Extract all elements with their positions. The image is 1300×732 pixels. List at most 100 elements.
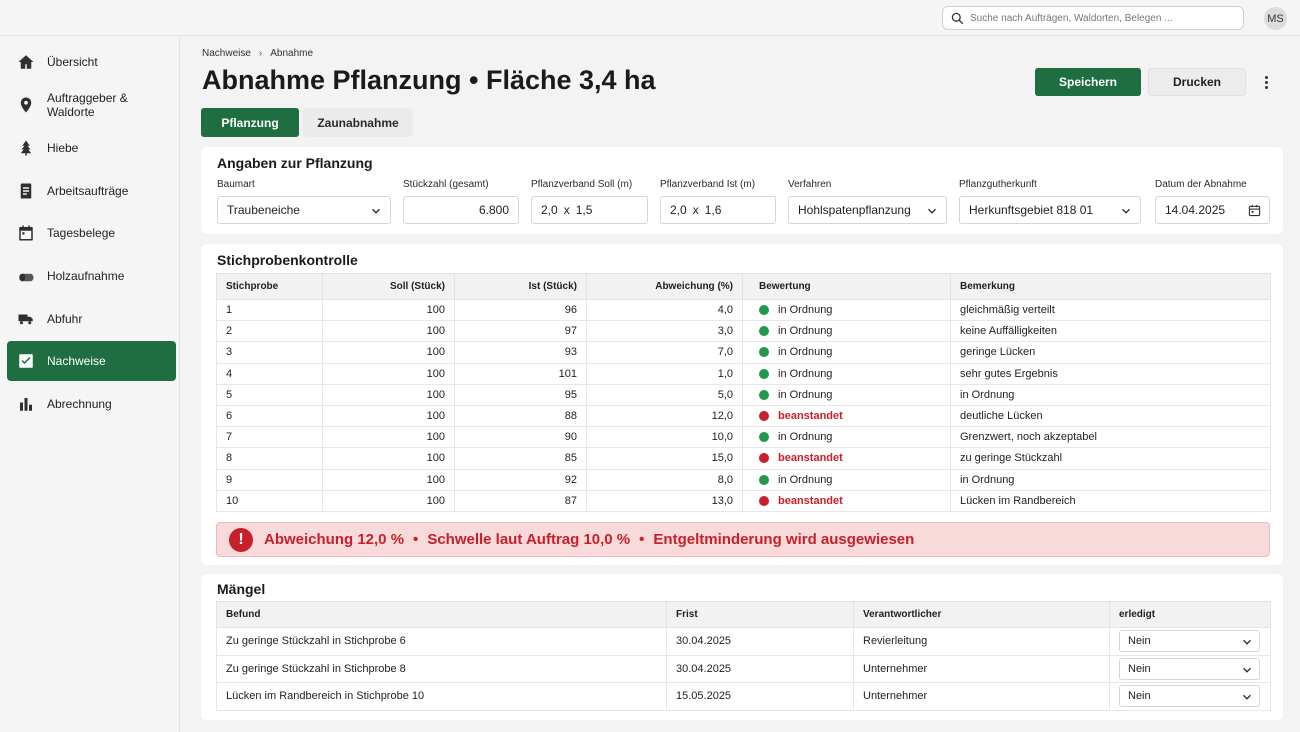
status-badge: in Ordnung (759, 431, 941, 443)
chevron-down-icon (1243, 667, 1251, 673)
table-row: 3 100 93 7,0 in Ordnung geringe Lücken (216, 341, 1271, 364)
status-badge: in Ordnung (759, 474, 941, 486)
tab-pflanzung[interactable]: Pflanzung (201, 108, 299, 137)
breadcrumb-current: Abnahme (270, 48, 314, 59)
sidebar-item-holzaufnahme[interactable]: Holzaufnahme (7, 256, 176, 296)
sample-table: Stichprobe Soll (Stück) Ist (Stück) Abwe… (216, 273, 1271, 512)
sidebar-item-auftraggeber[interactable]: Auftraggeber & Waldorte (7, 85, 176, 125)
col-header: Abweichung (%) (586, 273, 743, 300)
defect-responsible: Unternehmer (853, 682, 1110, 711)
search-input[interactable] (970, 12, 1240, 24)
calendar-icon[interactable] (1248, 204, 1261, 217)
done-select[interactable]: Nein (1119, 685, 1260, 708)
sample-ist: 93 (454, 341, 587, 364)
baumart-select[interactable]: Traubeneiche (217, 196, 391, 224)
sample-rating: in Ordnung (742, 298, 951, 322)
herkunft-label: Pflanzgutherkunft (959, 179, 1037, 190)
status-bad-dot (759, 453, 769, 464)
verfahren-select[interactable]: Hohlspatenpflanzung (788, 196, 947, 224)
sample-soll: 100 (322, 362, 455, 385)
search-icon (951, 12, 964, 24)
sample-ist: 85 (454, 447, 587, 470)
status-text: in Ordnung (778, 325, 833, 338)
sample-nr: 10 (216, 489, 323, 512)
breadcrumb: Nachweise › Abnahme (202, 48, 313, 59)
datum-input[interactable]: 14.04.2025 (1155, 196, 1270, 224)
sidebar-item-label: Übersicht (47, 55, 98, 69)
sidebar-item-arbeitsauftraege[interactable]: Arbeitsaufträge (7, 171, 176, 211)
table-row: 1 100 96 4,0 in Ordnung gleichmäßig verteilt (216, 298, 1271, 322)
sidebar-item-abrechnung[interactable]: Abrechnung (7, 384, 176, 424)
sample-nr: 7 (216, 426, 323, 449)
sample-nr: 2 (216, 320, 323, 343)
sample-soll: 100 (322, 447, 455, 470)
sample-rating: beanstandet (742, 489, 951, 512)
stueckzahl-label: Stückzahl (gesamt) (403, 179, 489, 190)
sample-remark: gleichmäßig verteilt (950, 298, 1271, 322)
log-icon (17, 267, 35, 285)
avatar[interactable]: MS (1264, 7, 1287, 30)
done-select[interactable]: Nein (1119, 630, 1260, 653)
status-text: in Ordnung (778, 346, 833, 359)
sample-soll: 100 (322, 404, 455, 428)
col-header: Befund (216, 601, 667, 628)
sidebar-item-label: Abrechnung (47, 397, 112, 411)
alert-consequence: Entgeltminderung wird ausgewiesen (653, 531, 915, 548)
alert-text: Abweichung 12,0 % • Schwelle laut Auftrag … (264, 531, 914, 548)
done-select[interactable]: Nein (1119, 657, 1260, 680)
sidebar-item-label: Tagesbelege (47, 226, 116, 240)
map-pin-icon (17, 96, 35, 114)
sidebar-item-abfuhr[interactable]: Abfuhr (7, 299, 176, 339)
tab-zaunabnahme[interactable]: Zaunabnahme (303, 108, 413, 137)
status-badge: beanstandet (759, 452, 941, 464)
defects-title: Mängel (217, 581, 266, 597)
status-badge: in Ordnung (759, 325, 941, 337)
sidebar-item-uebersicht[interactable]: Übersicht (7, 42, 176, 82)
defect-finding: Zu geringe Stückzahl in Stichprobe 8 (216, 654, 667, 683)
sample-title: Stichprobenkontrolle (217, 252, 358, 268)
done-value: Nein (1128, 662, 1151, 675)
sample-remark: in Ordnung (950, 383, 1271, 406)
sidebar-item-tagesbelege[interactable]: Tagesbelege (7, 213, 176, 253)
table-row: 10 100 87 13,0 beanstandet Lücken im Randbere… (216, 489, 1271, 512)
stueckzahl-input[interactable]: 6.800 (403, 196, 519, 224)
sidebar-item-nachweise[interactable]: Nachweise (7, 341, 176, 381)
datum-value: 14.04.2025 (1165, 203, 1226, 217)
sidebar-item-label: Abfuhr (47, 312, 83, 326)
verband-ist-input[interactable]: 2,0 x 1,6 (660, 196, 776, 224)
defect-finding: Lücken im Randbereich in Stichprobe 10 (216, 682, 667, 711)
tree-icon (17, 139, 35, 157)
sample-rating: in Ordnung (742, 426, 951, 449)
status-ok-dot (759, 368, 769, 379)
table-row: 6 100 88 12,0 beanstandet deutliche Lücken (216, 404, 1271, 428)
truck-icon (17, 310, 35, 328)
verfahren-value: Hohlspatenpflanzung (798, 203, 911, 217)
search-box[interactable] (942, 6, 1244, 30)
status-badge: in Ordnung (759, 368, 941, 380)
defect-done-cell: Nein (1109, 682, 1271, 711)
sample-soll: 100 (322, 468, 455, 491)
herkunft-select[interactable]: Herkunftsgebiet 818 01 (959, 196, 1141, 224)
breadcrumb-parent[interactable]: Nachweise (202, 48, 251, 59)
verband-ist-b: 1,6 (704, 203, 722, 217)
verband-soll-label: Pflanzverband Soll (m) (531, 179, 633, 190)
more-options-icon[interactable] (1258, 72, 1274, 92)
table-row: 2 100 97 3,0 in Ordnung keine Auffälligkeiten (216, 320, 1271, 343)
save-button[interactable]: Speichern (1035, 68, 1141, 96)
sample-nr: 4 (216, 362, 323, 385)
done-value: Nein (1128, 690, 1151, 703)
status-ok-dot (759, 389, 769, 400)
sample-deviation: 4,0 (586, 298, 743, 322)
chevron-down-icon (1122, 208, 1130, 214)
status-text: in Ordnung (778, 388, 833, 401)
print-button[interactable]: Drucken (1148, 68, 1246, 96)
table-row: Lücken im Randbereich in Stichprobe 10 15… (216, 682, 1271, 711)
top-bar: MS (0, 0, 1300, 36)
sample-deviation: 12,0 (586, 404, 743, 428)
sidebar-item-hiebe[interactable]: Hiebe (7, 128, 176, 168)
col-header: Bemerkung (950, 273, 1271, 300)
alert-icon: ! (229, 527, 253, 552)
herkunft-value: Herkunftsgebiet 818 01 (969, 203, 1094, 217)
verband-soll-input[interactable]: 2,0 x 1,5 (531, 196, 648, 224)
sample-remark: keine Auffälligkeiten (950, 320, 1271, 343)
